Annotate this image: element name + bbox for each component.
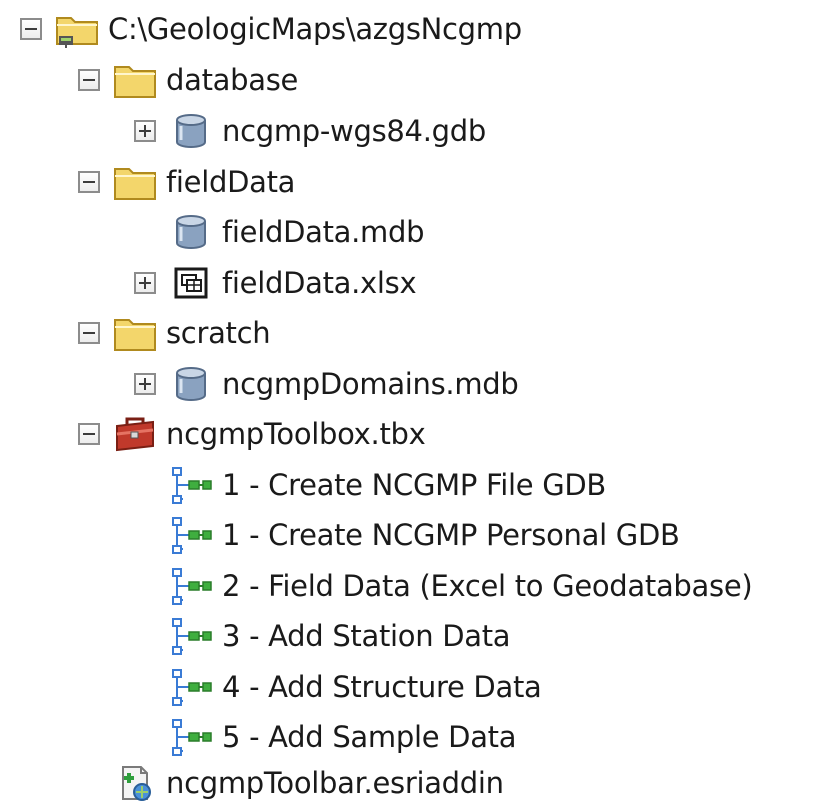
tree-node-tool-create-file-gdb[interactable]: 1 - Create NCGMP File GDB [134, 460, 606, 510]
folder-icon [112, 59, 158, 101]
tree-node-label: ncgmp-wgs84.gdb [222, 114, 486, 148]
folder-icon [112, 312, 158, 354]
tree-node-label: database [166, 63, 299, 97]
geodatabase-icon [168, 211, 214, 253]
model-tool-icon [168, 565, 214, 607]
tree-node-tool-add-station-data[interactable]: 3 - Add Station Data [134, 611, 511, 661]
collapse-toggle-icon[interactable] [78, 171, 100, 193]
collapse-toggle-icon[interactable] [20, 18, 42, 40]
tree-node-tool-add-structure-data[interactable]: 4 - Add Structure Data [134, 662, 542, 712]
tree-node-label: fieldData.mdb [222, 215, 425, 249]
tree-node-label: scratch [166, 316, 271, 350]
excel-workbook-icon [168, 262, 214, 304]
tree-node-label: 1 - Create NCGMP File GDB [222, 468, 607, 502]
expand-toggle-icon[interactable] [134, 120, 156, 142]
tree-node-ncgmpdomains-mdb[interactable]: ncgmpDomains.mdb [134, 359, 519, 409]
tree-node-label: 2 - Field Data (Excel to Geodatabase) [222, 569, 753, 603]
tree-node-label: C:\GeologicMaps\azgsNcgmp [108, 12, 522, 46]
tree-node-fielddata-xlsx[interactable]: fieldData.xlsx [134, 258, 417, 308]
tree-node-fielddata-mdb[interactable]: fieldData.mdb [134, 207, 425, 257]
tree-node-label: fieldData.xlsx [222, 266, 417, 300]
collapse-toggle-icon[interactable] [78, 69, 100, 91]
expand-toggle-icon[interactable] [134, 272, 156, 294]
tree-node-label: ncgmpDomains.mdb [222, 367, 519, 401]
tree-node-label: 5 - Add Sample Data [222, 720, 517, 754]
tree-node-tool-add-sample-data[interactable]: 5 - Add Sample Data [134, 712, 517, 762]
tree-node-label: 3 - Add Station Data [222, 619, 511, 653]
toolbox-icon [112, 413, 158, 455]
expand-toggle-icon[interactable] [134, 373, 156, 395]
tree-node-database[interactable]: database [78, 55, 298, 105]
model-tool-icon [168, 464, 214, 506]
model-tool-icon [168, 666, 214, 708]
tree-node-label: 4 - Add Structure Data [222, 670, 542, 704]
model-tool-icon [168, 716, 214, 758]
geodatabase-icon [168, 110, 214, 152]
tree-node-label: 1 - Create NCGMP Personal GDB [222, 518, 680, 552]
collapse-toggle-icon[interactable] [78, 322, 100, 344]
tree-node-label: fieldData [166, 165, 296, 199]
tree-node-ncgmptoolbar-esriaddin[interactable]: ncgmpToolbar.esriaddin [78, 758, 504, 808]
tree-node-label: ncgmpToolbox.tbx [166, 417, 426, 451]
tree-node-scratch[interactable]: scratch [78, 308, 271, 358]
tree-node-label: ncgmpToolbar.esriaddin [166, 766, 504, 800]
model-tool-icon [168, 615, 214, 657]
folder-connection-icon [54, 8, 100, 50]
tree-node-tool-create-personal-gdb[interactable]: 1 - Create NCGMP Personal GDB [134, 510, 680, 560]
tree-node-ncgmptoolbox-tbx[interactable]: ncgmpToolbox.tbx [78, 409, 426, 459]
geodatabase-icon [168, 363, 214, 405]
tree-node-root[interactable]: C:\GeologicMaps\azgsNcgmp [20, 4, 522, 54]
tree-node-fielddata[interactable]: fieldData [78, 157, 295, 207]
addin-file-icon [112, 762, 158, 804]
folder-icon [112, 161, 158, 203]
tree-node-ncgmp-wgs84-gdb[interactable]: ncgmp-wgs84.gdb [134, 106, 486, 156]
collapse-toggle-icon[interactable] [78, 423, 100, 445]
model-tool-icon [168, 514, 214, 556]
tree-node-tool-field-data[interactable]: 2 - Field Data (Excel to Geodatabase) [134, 561, 753, 611]
catalog-tree: C:\GeologicMaps\azgsNcgmp database ncgmp… [0, 0, 818, 808]
